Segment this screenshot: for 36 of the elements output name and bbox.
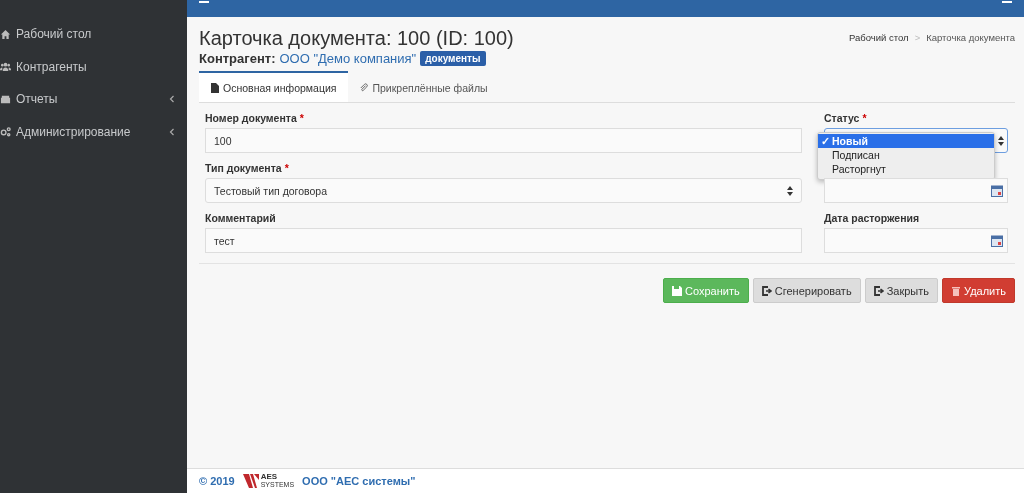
documents-badge[interactable]: документы	[420, 51, 486, 66]
counterparty-label: Контрагент:	[199, 51, 276, 66]
dropdown-option[interactable]: Подписан	[818, 148, 994, 162]
company-link[interactable]: ООО "АЕС системы"	[302, 475, 416, 487]
page-title: Карточка документа: 100 (ID: 100)	[199, 27, 514, 49]
field-label: Комментарий	[205, 212, 276, 224]
sidebar-item[interactable]: Контрагенты	[0, 50, 187, 83]
tab[interactable]: Основная информация	[199, 71, 349, 102]
breadcrumb-link[interactable]: Рабочий стол	[849, 32, 909, 43]
sidebar-label: Рабочий стол	[16, 27, 93, 42]
field-label: Дата расторжения	[824, 212, 920, 224]
counterparty-link[interactable]: ООО "Демо компания"	[279, 51, 417, 66]
action-button[interactable]: Закрыть	[864, 278, 938, 303]
field-label: Тип документа	[205, 162, 282, 174]
input-field[interactable]: тест	[205, 228, 802, 253]
sidebar-item[interactable]: Администрирование	[0, 115, 187, 148]
required-mark: *	[862, 112, 867, 124]
copyright: © 2019	[199, 475, 235, 487]
dropdown-option[interactable]: ✓ Новый	[818, 134, 994, 148]
sidebar-item[interactable]: Отчеты	[0, 83, 187, 116]
sidebar-item[interactable]: Рабочий стол	[0, 18, 187, 51]
field-label: Номер документа	[205, 112, 297, 124]
required-mark: *	[284, 162, 289, 174]
select-field[interactable]: Тестовый тип договора	[205, 178, 802, 203]
sidebar-label: Контрагенты	[16, 59, 88, 74]
sidebar-label: Администрирование	[16, 124, 132, 139]
field-label: Статус	[824, 112, 860, 124]
input-field[interactable]: 100	[205, 128, 802, 153]
sidebar-label: Отчеты	[16, 92, 59, 107]
action-button[interactable]: Сгенерировать	[752, 278, 861, 303]
tab[interactable]: Прикреплённые файлы	[348, 71, 500, 102]
dropdown-option[interactable]: Расторгнут	[818, 162, 994, 176]
required-mark: *	[299, 112, 304, 124]
action-button[interactable]: Удалить	[942, 278, 1015, 303]
breadcrumb-separator: >	[914, 32, 921, 43]
breadcrumb-current-page: Карточка документа	[926, 32, 1015, 43]
